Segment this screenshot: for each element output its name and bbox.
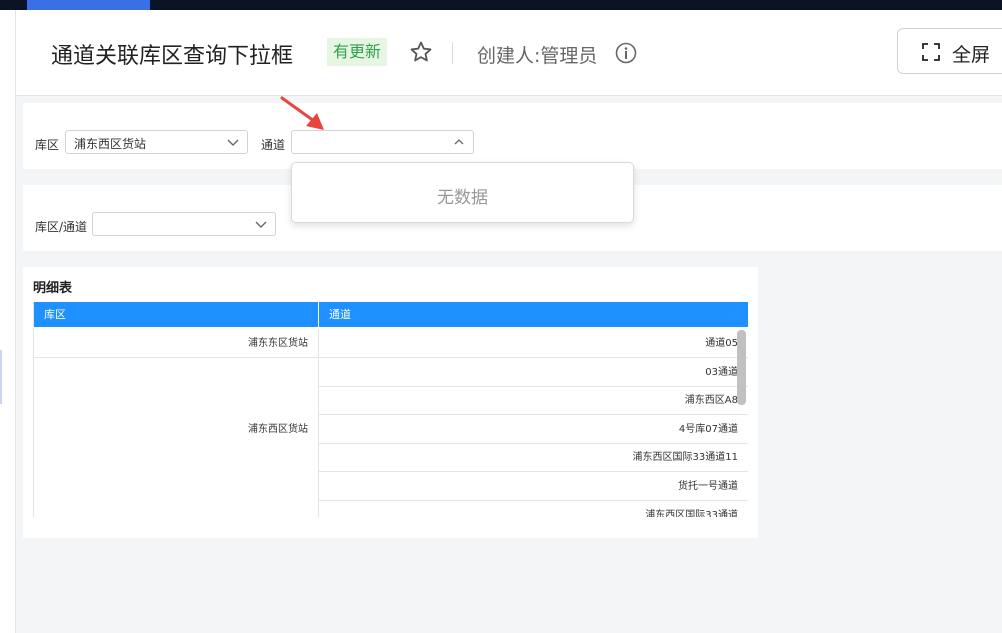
channel-cell: 通道05 — [319, 329, 748, 358]
channel-label: 通道 — [261, 138, 286, 152]
info-icon[interactable] — [615, 42, 637, 64]
left-sidebar-edge — [0, 10, 16, 633]
fullscreen-button[interactable]: 全屏 — [897, 28, 1002, 74]
creator-label: 创建人:管理员 — [477, 45, 598, 67]
zone-label: 库区 — [35, 138, 60, 152]
table-title: 明细表 — [33, 281, 73, 296]
header-divider — [452, 42, 453, 64]
sidebar-marker — [0, 350, 2, 404]
channel-cell: 03通道 — [319, 358, 748, 387]
column-header-channel[interactable]: 通道 — [319, 302, 748, 327]
zone-select-value: 浦东西区货站 — [74, 137, 147, 151]
fullscreen-icon — [922, 43, 940, 61]
column-header-zone[interactable]: 库区 — [34, 302, 319, 327]
dropdown-empty-text: 无数据 — [437, 188, 488, 208]
channel-cell: 浦东西区国际33通道11 — [319, 444, 748, 472]
page-title: 通道关联库区查询下拉框 — [51, 44, 294, 69]
chevron-down-icon — [227, 139, 239, 146]
filter-panel-zone-channel: 库区 浦东西区货站 通道 — [23, 103, 1002, 169]
active-tab-indicator[interactable] — [27, 0, 150, 10]
star-icon[interactable] — [409, 40, 433, 64]
zone-select[interactable]: 浦东西区货站 — [65, 130, 248, 154]
chevron-up-icon — [454, 139, 464, 145]
channel-cell: 4号库07通道 — [319, 415, 748, 444]
chevron-down-icon — [255, 221, 267, 228]
zone-channel-label: 库区/通道 — [35, 220, 88, 234]
zone-channel-select[interactable] — [92, 212, 276, 236]
page-header: 通道关联库区查询下拉框 有更新 创建人:管理员 全屏 — [16, 10, 1002, 96]
channel-dropdown: 无数据 — [291, 162, 634, 223]
channel-cell: 货托一号通道 — [319, 472, 748, 501]
channel-cell: 浦东西区A8 — [319, 387, 748, 415]
table-scrollbar[interactable] — [737, 330, 746, 405]
zone-cell: 浦东东区货站 — [34, 329, 319, 358]
update-badge: 有更新 — [327, 38, 388, 66]
detail-table-panel: 明细表 库区 通道 浦东东区货站 通道05 浦东西区货站 03通道 浦东西区A8… — [23, 267, 758, 538]
column-header-channel-label: 通道 — [329, 308, 351, 321]
column-header-zone-label: 库区 — [44, 308, 66, 321]
zone-cell: 浦东西区货站 — [34, 358, 319, 517]
annotation-arrow-icon — [280, 96, 324, 130]
top-nav-bar — [0, 0, 1002, 10]
detail-table: 库区 通道 浦东东区货站 通道05 浦东西区货站 03通道 浦东西区A8 4号库… — [33, 302, 748, 517]
channel-cell: 浦东西区国际33通道 — [319, 501, 748, 517]
fullscreen-label: 全屏 — [952, 44, 991, 66]
